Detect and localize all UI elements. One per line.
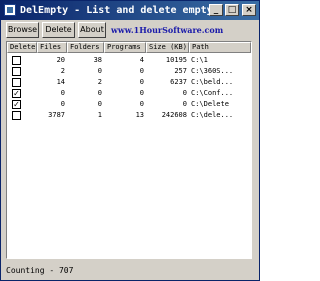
size-kb: 242608 [161,111,187,119]
folders-count: 2 [97,78,102,86]
title-bar[interactable]: DelEmpty - List and delete empty fold...… [1,1,259,20]
toolbar: Browse Delete About www.1HourSoftware.co… [1,20,259,40]
programs-count: 13 [135,111,144,119]
table-row[interactable]: ✓ 0 0 0 0 C:\Delete [7,99,251,110]
table-row[interactable]: 3787 1 13 242608 C:\dele... [7,110,251,121]
folders-count: 0 [97,67,102,75]
status-bar: Counting - 707 [1,263,259,280]
size-kb: 0 [182,100,187,108]
folder-path: C:\1 [191,56,208,64]
window-title: DelEmpty - List and delete empty fold... [20,5,210,16]
files-count: 3787 [48,111,65,119]
delete-checkbox[interactable]: ✓ [12,100,21,109]
table-row[interactable]: 14 2 0 6237 C:\beld... [7,77,251,88]
column-header-programs[interactable]: Programs [104,42,146,53]
status-text: Counting - 707 [6,266,74,275]
programs-count: 0 [139,78,144,86]
delete-checkbox[interactable] [12,78,21,87]
folder-path: C:\360S... [191,67,234,75]
table-row[interactable]: 20 38 4 10195 C:\1 [7,55,251,66]
app-window: DelEmpty - List and delete empty fold...… [0,0,260,281]
delete-checkbox[interactable]: ✓ [12,89,21,98]
folder-path: C:\dele... [191,111,234,119]
size-kb: 10195 [165,56,187,64]
table-row[interactable]: ✓ 0 0 0 0 C:\Conf... [7,88,251,99]
folders-count: 1 [97,111,102,119]
minimize-icon: _ [213,5,219,15]
list-header: Delete Files Folders Programs Size (KB) … [7,42,251,53]
folder-list[interactable]: Delete Files Folders Programs Size (KB) … [6,41,252,259]
folder-path: C:\Delete [191,100,229,108]
files-count: 0 [60,100,65,108]
table-row[interactable]: 2 0 0 257 C:\360S... [7,66,251,77]
minimize-button[interactable]: _ [209,4,223,16]
programs-count: 4 [139,56,144,64]
column-header-folders[interactable]: Folders [67,42,104,53]
delete-checkbox[interactable] [12,67,21,76]
maximize-icon: □ [227,5,237,15]
column-header-path[interactable]: Path [189,42,251,53]
programs-count: 0 [139,67,144,75]
close-icon: × [245,5,253,15]
files-count: 14 [56,78,65,86]
programs-count: 0 [139,100,144,108]
website-link[interactable]: www.1HourSoftware.com [111,25,223,35]
browse-button[interactable]: Browse [6,22,39,38]
folders-count: 0 [97,89,102,97]
folders-count: 0 [97,100,102,108]
maximize-button[interactable]: □ [225,4,239,16]
delete-button[interactable]: Delete [42,22,75,38]
column-header-delete[interactable]: Delete [7,42,37,53]
files-count: 20 [56,56,65,64]
size-kb: 0 [182,89,187,97]
close-button[interactable]: × [242,4,256,16]
files-count: 2 [60,67,65,75]
app-icon[interactable] [4,4,16,16]
column-header-size[interactable]: Size (KB) [146,42,189,53]
about-button[interactable]: About [78,22,106,38]
folder-path: C:\Conf... [191,89,234,97]
size-kb: 6237 [170,78,187,86]
delete-checkbox[interactable] [12,111,21,120]
programs-count: 0 [139,89,144,97]
folder-path: C:\beld... [191,78,234,86]
delete-checkbox[interactable] [12,56,21,65]
column-header-files[interactable]: Files [37,42,67,53]
size-kb: 257 [174,67,187,75]
folders-count: 38 [93,56,102,64]
files-count: 0 [60,89,65,97]
